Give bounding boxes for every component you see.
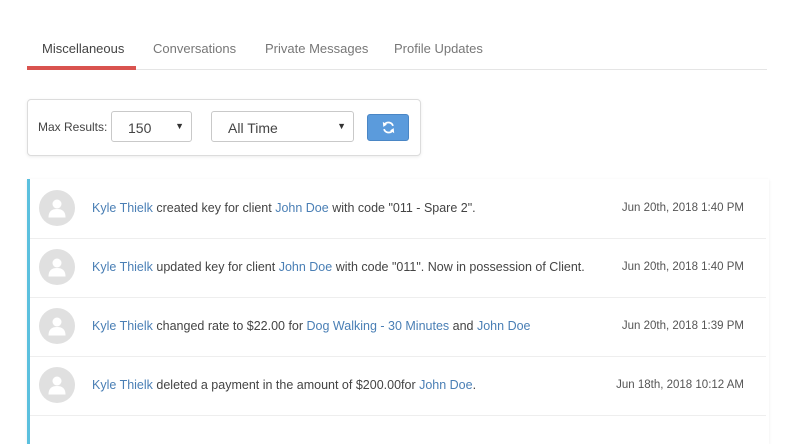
user-icon [48,258,66,277]
activity-message: Kyle Thielk updated key for client John … [92,260,585,274]
user-icon [48,199,66,218]
max-results-label: Max Results: [38,120,108,134]
activity-message: Kyle Thielk changed rate to $22.00 for D… [92,319,531,333]
active-tab-indicator [27,66,136,70]
client-link[interactable]: John Doe [419,378,473,392]
tab-private-messages[interactable]: Private Messages [265,41,368,56]
user-icon [48,376,66,395]
client-link[interactable]: John Doe [477,319,531,333]
refresh-icon [382,121,395,134]
client-link[interactable]: John Doe [275,201,329,215]
activity-timestamp: Jun 20th, 2018 1:39 PM [621,320,744,332]
tab-bar: Miscellaneous Conversations Private Mess… [27,28,767,70]
chevron-down-icon: ▼ [337,121,346,131]
service-link[interactable]: Dog Walking - 30 Minutes [307,319,450,333]
client-link[interactable]: John Doe [279,260,333,274]
avatar [39,308,75,344]
actor-link[interactable]: Kyle Thielk [92,260,153,274]
max-results-value: 150 [128,120,152,136]
activity-timestamp: Jun 20th, 2018 1:40 PM [621,202,744,214]
user-icon [48,317,66,336]
refresh-button[interactable] [367,114,409,141]
avatar [39,190,75,226]
activity-message: Kyle Thielk deleted a payment in the amo… [92,378,477,392]
tab-profile-updates[interactable]: Profile Updates [394,41,483,56]
time-range-select[interactable]: All Time ▼ [211,111,354,142]
max-results-select[interactable]: 150 ▼ [111,111,192,142]
activity-message: Kyle Thielk created key for client John … [92,201,476,215]
filter-panel: Max Results: 150 ▼ All Time ▼ [27,99,421,156]
activity-timestamp: Jun 18th, 2018 10:12 AM [616,379,744,391]
activity-item: Kyle Thielk changed rate to $22.00 for D… [30,297,766,357]
tab-miscellaneous[interactable]: Miscellaneous [42,41,124,56]
chevron-down-icon: ▼ [175,121,184,131]
activity-item: Kyle Thielk created key for client John … [30,179,766,239]
actor-link[interactable]: Kyle Thielk [92,319,153,333]
avatar [39,249,75,285]
actor-link[interactable]: Kyle Thielk [92,201,153,215]
actor-link[interactable]: Kyle Thielk [92,378,153,392]
activity-item: Kyle Thielk updated key for client John … [30,238,766,298]
activity-list: Kyle Thielk created key for client John … [27,179,769,444]
activity-timestamp: Jun 20th, 2018 1:40 PM [621,261,744,273]
tab-conversations[interactable]: Conversations [153,41,236,56]
time-range-value: All Time [228,120,278,136]
avatar [39,367,75,403]
activity-item: Kyle Thielk deleted a payment in the amo… [30,356,766,416]
